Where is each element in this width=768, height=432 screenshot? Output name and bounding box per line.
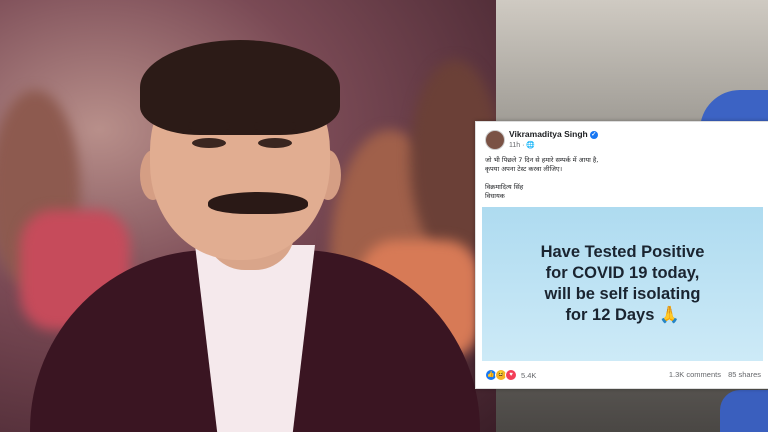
eyebrow [254,122,296,130]
reaction-count: 5.4K [521,370,537,380]
author-name[interactable]: Vikramaditya Singh [509,129,588,139]
eye [258,138,292,148]
post-text-line: कृपया अपना टेस्ट करवा लीजिए। [485,165,563,173]
banner-line: Have Tested Positive [540,243,705,261]
author-avatar[interactable] [485,130,505,150]
banner-line: for COVID 19 today, [545,264,700,282]
post-stats: 1.3K comments 85 shares [664,370,761,379]
eye [192,138,226,148]
blue-glove [720,390,768,432]
post-body: जो भी पिछले 7 दिन से हमारे सम्पर्क में आ… [485,156,760,201]
love-reaction-icon: ♥ [505,369,517,381]
post-text-line: जो भी पिछले 7 दिन से हमारे सम्पर्क में आ… [485,156,599,164]
post-meta: 11h · 🌐 [509,141,535,149]
hair [140,40,340,135]
verified-badge-icon: ✓ [589,130,598,139]
comments-count[interactable]: 1.3K comments [669,370,721,379]
shares-count[interactable]: 85 shares [728,370,761,379]
post-image-banner[interactable]: Have Tested Positive for COVID 19 today,… [482,207,763,361]
reactions-summary[interactable]: 👍 😆 ♥ 5.4K [485,369,536,381]
author-name-row: Vikramaditya Singh ✓ [509,129,598,139]
facebook-post-card: Vikramaditya Singh ✓ 11h · 🌐 जो भी पिछले … [475,121,768,389]
post-time[interactable]: 11h [509,142,520,149]
mustache [208,192,308,214]
banner-line: for 12 Days 🙏 [565,306,680,324]
eyebrow [188,122,230,130]
globe-icon: · 🌐 [522,142,536,149]
background-photo [0,0,496,432]
banner-line: will be self isolating [544,285,701,303]
signature-name: विक्रमादित्य सिंह [485,183,524,191]
signature-title: विधायक [485,192,505,200]
